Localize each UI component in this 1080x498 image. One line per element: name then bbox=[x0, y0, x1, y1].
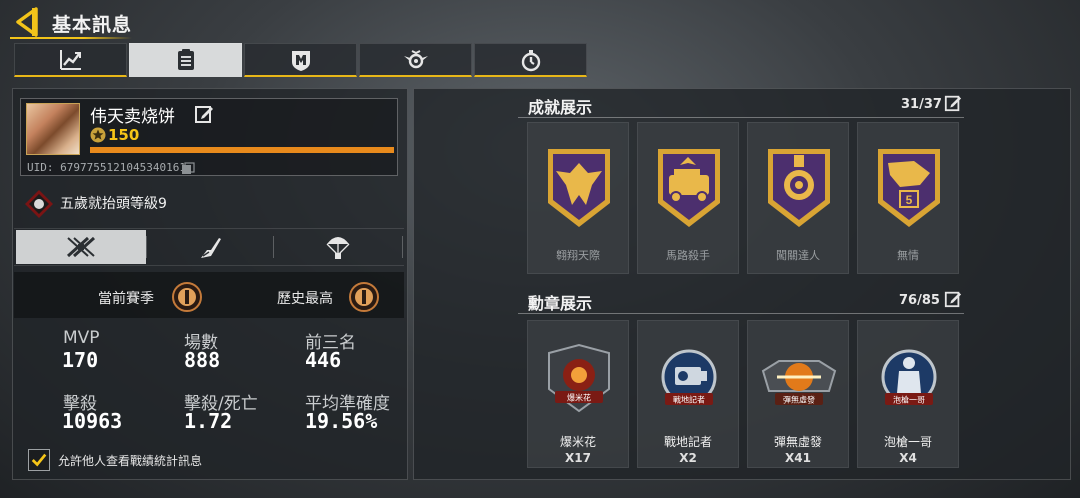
stopwatch-icon bbox=[521, 49, 540, 71]
stats-chart-icon bbox=[59, 49, 81, 70]
soldier-medal-icon: 泡槍一哥 bbox=[881, 349, 937, 405]
car-achievement-icon bbox=[658, 149, 720, 227]
title-underline bbox=[10, 37, 132, 39]
best-season-label: 歷史最高 bbox=[277, 291, 333, 307]
tab-shield-badge[interactable] bbox=[244, 43, 357, 77]
stat-top3-value: 446 bbox=[305, 348, 342, 372]
svg-text:5: 5 bbox=[906, 193, 913, 207]
back-button[interactable] bbox=[10, 6, 46, 38]
achievement-name: 馬路殺手 bbox=[666, 249, 710, 262]
edit-name-button[interactable] bbox=[194, 104, 214, 124]
medal-card[interactable]: 爆米花 爆米花 X17 bbox=[527, 320, 629, 468]
medal-name: 戰地記者 bbox=[663, 435, 712, 449]
uid-text: UID: 6797755121045340161 bbox=[27, 161, 186, 174]
page-title: 基本訊息 bbox=[52, 14, 133, 36]
copy-icon bbox=[182, 162, 195, 174]
medals-title: 勳章展示 bbox=[528, 294, 593, 313]
achievement-name: 翱翔天際 bbox=[556, 249, 600, 262]
player-level: 150 bbox=[108, 126, 140, 144]
achievement-card[interactable]: 闖關達人 bbox=[747, 122, 849, 274]
tab-stopwatch[interactable] bbox=[474, 43, 587, 77]
tab-clipboard[interactable] bbox=[129, 43, 242, 77]
achievement-name: 無情 bbox=[897, 249, 919, 262]
medal-name: 彈無虛發 bbox=[773, 435, 822, 449]
allow-view-checkbox[interactable] bbox=[28, 449, 50, 471]
divider bbox=[402, 236, 403, 258]
dragon-achievement-icon: 5 bbox=[878, 149, 940, 227]
best-rank-icon[interactable] bbox=[349, 282, 379, 312]
stat-matches-value: 888 bbox=[184, 348, 221, 372]
medals-count: 76/85 bbox=[899, 293, 940, 308]
stat-accuracy-value: 19.56% bbox=[305, 409, 378, 433]
edit-icon bbox=[195, 106, 213, 123]
medal-badge-text: 泡槍一哥 bbox=[893, 395, 925, 405]
achievements-title: 成就展示 bbox=[528, 98, 593, 117]
edit-medals-button[interactable] bbox=[944, 290, 962, 308]
achievements-count: 31/37 bbox=[901, 97, 942, 112]
avatar[interactable] bbox=[26, 103, 80, 155]
medal-badge-text: 爆米花 bbox=[567, 393, 591, 403]
mode-tab-melee[interactable] bbox=[147, 230, 273, 264]
xp-progress-bar bbox=[90, 147, 394, 153]
edit-icon bbox=[944, 95, 962, 112]
divider bbox=[518, 313, 964, 314]
season-bar bbox=[14, 272, 404, 318]
camera-medal-icon: 戰地記者 bbox=[661, 349, 717, 405]
crossed-guns-icon bbox=[66, 236, 96, 258]
player-name: 伟天卖烧饼 bbox=[90, 107, 175, 127]
current-season-rank-icon[interactable] bbox=[172, 282, 202, 312]
stat-mvp-value: 170 bbox=[62, 348, 99, 372]
tab-stats-chart[interactable] bbox=[14, 43, 127, 77]
divider bbox=[518, 117, 964, 118]
medal-badge-text: 彈無虛發 bbox=[783, 395, 815, 405]
rank-badge-icon bbox=[24, 189, 54, 219]
mode-tab-battle-royale[interactable] bbox=[16, 230, 146, 264]
medal-card[interactable]: 泡槍一哥 泡槍一哥 X4 bbox=[857, 320, 959, 468]
achievement-card[interactable]: 馬路殺手 bbox=[637, 122, 739, 274]
edit-icon bbox=[944, 291, 962, 308]
arm-blade-icon bbox=[201, 238, 221, 258]
parachute-icon bbox=[326, 237, 350, 259]
bullet-medal-icon: 彈無虛發 bbox=[761, 360, 837, 405]
stat-kd-value: 1.72 bbox=[184, 409, 233, 433]
medal-card[interactable]: 彈無虛發 彈無虛發 X41 bbox=[747, 320, 849, 468]
eagle-achievement-icon bbox=[548, 149, 610, 227]
level-star-icon bbox=[90, 127, 106, 143]
stat-kills-value: 10963 bbox=[62, 409, 123, 433]
medal-count: X4 bbox=[899, 451, 917, 465]
achievement-card[interactable]: 翱翔天際 bbox=[527, 122, 629, 274]
medal-count: X17 bbox=[565, 451, 591, 465]
medal-achievement-icon bbox=[768, 149, 830, 227]
rank-name: 五歲就抬頭等級9 bbox=[60, 196, 167, 212]
checkmark-icon bbox=[31, 453, 47, 467]
popcorn-medal-icon: 爆米花 bbox=[548, 343, 610, 413]
achievement-name: 闖關達人 bbox=[776, 249, 820, 262]
clipboard-icon bbox=[177, 48, 194, 70]
mode-tab-parachute[interactable] bbox=[274, 230, 402, 264]
showcase-panel bbox=[413, 88, 1071, 480]
stat-mvp-label: MVP bbox=[63, 328, 100, 348]
current-season-label: 當前賽季 bbox=[98, 291, 154, 307]
edit-achievements-button[interactable] bbox=[944, 94, 962, 112]
back-arrow-icon bbox=[16, 7, 38, 37]
medal-name: 泡槍一哥 bbox=[883, 435, 932, 449]
shield-badge-icon bbox=[291, 50, 310, 71]
wings-emblem-icon bbox=[403, 49, 428, 68]
medal-name: 爆米花 bbox=[559, 435, 596, 449]
tab-wings-emblem[interactable] bbox=[359, 43, 472, 77]
copy-uid-button[interactable] bbox=[181, 160, 195, 174]
medal-count: X2 bbox=[679, 451, 697, 465]
achievement-card[interactable]: 5 無情 bbox=[857, 122, 959, 274]
medal-card[interactable]: 戰地記者 戰地記者 X2 bbox=[637, 320, 739, 468]
medal-badge-text: 戰地記者 bbox=[673, 395, 705, 405]
allow-view-label: 允許他人查看戰績統計訊息 bbox=[58, 454, 203, 468]
medal-count: X41 bbox=[785, 451, 811, 465]
